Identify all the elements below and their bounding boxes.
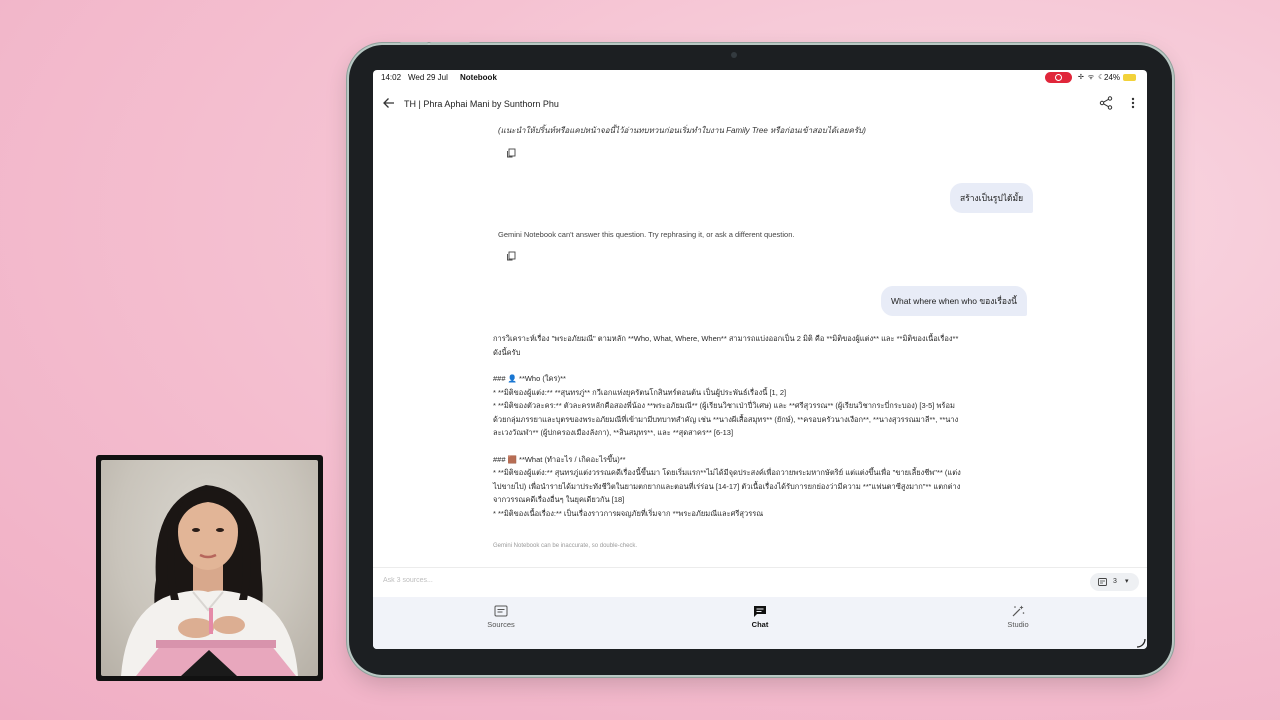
tablet-screen: 14:02 Wed 29 Jul Notebook ✢ ᯤ ☾ 24% TH |… [373, 70, 1147, 649]
sources-icon [494, 605, 508, 617]
ask-sources-input[interactable] [381, 576, 685, 585]
more-vertical-icon[interactable] [1129, 96, 1137, 110]
front-camera [731, 52, 737, 58]
battery-percent: 24% [1104, 73, 1121, 82]
nav-label: Studio [1007, 620, 1029, 629]
copy-icon[interactable] [506, 251, 516, 261]
nav-tab-chat[interactable]: Chat [720, 605, 800, 629]
answer-heading: ### 👤 **Who (ใคร)** [493, 374, 566, 383]
tablet-volume-button [400, 42, 428, 45]
tablet-power-button [430, 42, 470, 45]
user-message-bubble: สร้างเป็นรูปได้มั้ย [950, 183, 1034, 213]
answer-line: จากวรรณคดีเรื่องอื่นๆ ในยุคเดียวกัน [18] [493, 495, 625, 504]
share-icon[interactable] [1099, 96, 1113, 110]
user-message-bubble: What where when who ของเรื่องนี้ [881, 286, 1027, 316]
magic-wand-icon [1012, 605, 1025, 617]
resize-corner-icon [1136, 638, 1146, 648]
answer-line: * **มิติของเนื้อเรื่อง:** เป็นเรื่องราวก… [493, 508, 764, 518]
answer-line: ไปขายไป) เพื่อนำรายได้มาประทังชีวิตในยาม… [493, 481, 961, 491]
answer-heading: ### 🟫 **What (ทำอะไร / เกิดอะไรขึ้น)** [493, 454, 626, 464]
presenter-figure [121, 485, 298, 676]
nav-label: Chat [751, 620, 769, 629]
notebook-title: TH | Phra Aphai Mani by Sunthorn Phu [404, 99, 559, 109]
answer-line: การวิเคราะห์เรื่อง "พระอภัยมณี" ตามหลัก … [493, 334, 959, 343]
nav-label: Sources [487, 620, 515, 629]
battery-icon [1123, 74, 1136, 81]
previous-response-tail: (แนะนำให้ปริ้นท์หรือแคปหน้าจอนี้ไว้อ่านท… [498, 126, 866, 135]
source-count: 3 [1113, 578, 1117, 585]
screen-record-icon[interactable] [1045, 72, 1072, 83]
presenter-video [101, 460, 318, 676]
status-icons: ✢ ᯤ ☾ [1078, 74, 1106, 81]
status-app-name: Notebook [460, 73, 497, 82]
sources-icon [1098, 578, 1107, 586]
chat-thread[interactable]: (แนะนำให้ปริ้นท์หรือแคปหน้าจอนี้ไว้อ่านท… [373, 120, 1147, 565]
nav-tab-sources[interactable]: Sources [461, 605, 541, 629]
status-time: 14:02 [381, 73, 402, 82]
bottom-navigation: Sources Chat Studio [373, 597, 1147, 649]
answer-line: * **มิติของผู้แต่ง:** **สุนทรภู่** กวีเอ… [493, 387, 787, 397]
system-message: Gemini Notebook can't answer this questi… [498, 230, 795, 239]
app-bar: TH | Phra Aphai Mani by Sunthorn Phu [373, 88, 1147, 120]
chat-icon [754, 606, 766, 617]
answer-line: * **มิติของผู้แต่ง:** สุนทรภู่แต่งวรรณคด… [493, 468, 961, 477]
copy-icon[interactable] [506, 148, 516, 158]
chevron-down-icon: ▾ [1125, 578, 1129, 585]
presenter-video-frame [96, 455, 323, 681]
status-bar: 14:02 Wed 29 Jul Notebook ✢ ᯤ ☾ 24% [373, 70, 1147, 86]
answer-line: ด้วยกลุ่มภรรยาและบุตรของพระอภัยมณีที่เข้… [493, 414, 959, 424]
nav-tab-studio[interactable]: Studio [978, 605, 1058, 629]
source-count-chip[interactable]: 3 ▾ [1090, 573, 1139, 591]
back-arrow-icon[interactable] [382, 96, 396, 110]
answer-line: ละเวงวัณฬา** (ผู้ปกครองเมืองลังกา), **สิ… [493, 428, 734, 437]
assistant-answer: การวิเคราะห์เรื่อง "พระอภัยมณี" ตามหลัก … [493, 332, 1033, 520]
answer-line: * **มิติของตัวละคร:** ตัวละครหลักคือสองพ… [493, 401, 955, 410]
status-date: Wed 29 Jul [408, 73, 448, 82]
answer-line: ดังนี้ครับ [493, 347, 521, 357]
chat-input-bar: 3 ▾ [373, 567, 1147, 598]
accuracy-disclaimer: Gemini Notebook can be inaccurate, so do… [493, 543, 638, 549]
